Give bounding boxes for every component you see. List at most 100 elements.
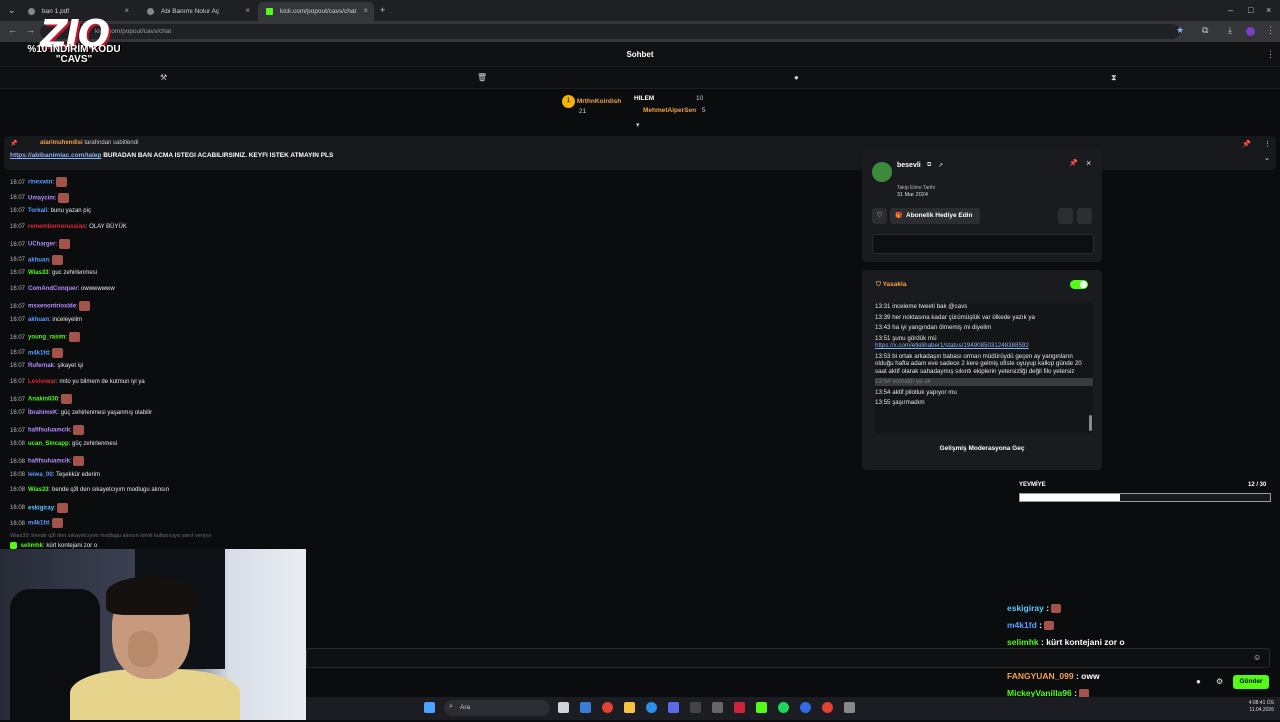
emote-icon[interactable] (79, 301, 91, 311)
chat-row[interactable]: 16:07 Torkali: bunu yazan piç (10, 208, 490, 224)
chat-username[interactable]: Wias33 (28, 487, 49, 493)
chat-row[interactable]: 16:07 msxenontrioxide: (10, 301, 490, 317)
pinned-by-user[interactable]: atarimuhendisi (40, 140, 83, 146)
file-explorer-icon[interactable] (624, 702, 635, 713)
chat-bubble-icon[interactable]: ● (794, 73, 799, 82)
advanced-mod-button[interactable]: Gelişmiş Moderasyona Geç (862, 445, 1102, 452)
app-icon[interactable] (800, 702, 811, 713)
tab-kick-chat[interactable]: kick.com/popout/cavs/chat × (258, 2, 374, 21)
unpin-icon[interactable]: 📌 (1242, 140, 1251, 148)
settings-gear-icon[interactable]: ⚙ (1216, 677, 1223, 686)
hammer-icon[interactable]: ⚒ (160, 73, 167, 82)
chat-username[interactable]: young_rasim (28, 335, 65, 341)
more-action-button[interactable] (1077, 208, 1092, 224)
emote-icon[interactable] (52, 347, 64, 358)
heart-button[interactable]: ♡ (872, 208, 887, 224)
trash-icon[interactable]: 🗑 (477, 73, 487, 82)
chat-row[interactable]: 16:08 eskigiray: (10, 502, 490, 519)
close-icon[interactable]: × (124, 6, 129, 15)
chat-row[interactable]: 16:07 m4k1fd: (10, 347, 490, 364)
card-message-input[interactable] (872, 234, 1094, 254)
chat-row[interactable]: 16:07 akhuan: inceleyelim (10, 317, 490, 333)
chat-row[interactable]: 16:07 Rufernak: şikayet işi (10, 363, 490, 379)
chat-username[interactable]: İbrahimxK (28, 410, 57, 416)
chat-row[interactable]: 16:07 Anakin030: (10, 394, 490, 410)
send-button[interactable]: Gönder (1233, 675, 1269, 689)
chat-username[interactable]: akhuan (28, 257, 49, 263)
edge-icon[interactable] (646, 702, 657, 713)
profile-avatar[interactable] (1246, 27, 1255, 36)
emote-icon[interactable] (73, 456, 85, 466)
chat-username[interactable]: Wias33 (28, 270, 49, 276)
chat-input[interactable]: ☺ (306, 648, 1270, 668)
chrome-icon[interactable] (602, 702, 613, 713)
pin-icon[interactable]: 📌 (1069, 159, 1078, 167)
ban-toggle[interactable] (1070, 280, 1088, 289)
chat-username[interactable]: hafifsuluamcik (28, 459, 70, 465)
emote-icon[interactable] (61, 394, 73, 404)
tab-abi-banimi[interactable]: Abi Banımı Nolur Aç × (139, 2, 256, 21)
menu-icon[interactable]: ⋮ (1266, 25, 1275, 36)
chat-row[interactable]: 16:07 Wias33: guc zehirlenmesi (10, 270, 490, 286)
collapse-chevron-icon[interactable]: ⌄ (1264, 154, 1270, 162)
leader-name[interactable]: MrthnKoirdish (577, 98, 621, 105)
chat-username[interactable]: UCharger (28, 242, 55, 248)
chat-row[interactable]: 16:07 rinexwin: (10, 177, 490, 193)
chat-username[interactable]: Torkali (28, 208, 47, 214)
forward-icon[interactable]: → (26, 25, 35, 35)
avatar[interactable] (872, 162, 892, 182)
chat-username[interactable]: Anakin030 (28, 397, 58, 403)
chat-row[interactable]: 16:07 ComAndConquer: owwwwwww (10, 286, 490, 302)
teams-icon[interactable] (668, 702, 679, 713)
gift-sub-button[interactable]: 🎁 Abonelik Hediye Edin (890, 208, 981, 224)
chat-row[interactable]: 16:08 Wias33: bende q3l den sıkayetcıyım … (10, 487, 490, 503)
windows-start-icon[interactable] (424, 702, 435, 713)
chat-username[interactable]: ucan_Sincapp (28, 441, 69, 447)
maximize-icon[interactable]: □ (1248, 5, 1253, 15)
task-view-icon[interactable] (558, 702, 569, 713)
chat-row[interactable]: 16:07 remembernorussian: OLAY BÜYÜK (10, 224, 490, 240)
app-icon[interactable] (822, 702, 833, 713)
emote-icon[interactable] (52, 254, 64, 265)
chat-username[interactable]: leiwa_00 (28, 472, 53, 478)
chat-row[interactable]: 16:08 ucan_Sincapp: güç zehirlenmesi (10, 441, 490, 457)
system-clock[interactable]: 4:08:41 ÖS 11.04.2026 (1238, 700, 1274, 714)
chat-username[interactable]: m4k1fd (28, 350, 49, 356)
close-icon[interactable]: × (1086, 158, 1091, 168)
spotify-icon[interactable] (778, 702, 789, 713)
card-username[interactable]: besevli (897, 162, 921, 169)
chat-row[interactable]: 16:08 m4k1fd: (10, 518, 490, 534)
app-icon[interactable] (844, 702, 855, 713)
url-input[interactable]: kick.com/popout/cavs/chat (40, 24, 1180, 39)
mod-action-button[interactable] (1058, 208, 1073, 224)
external-link-icon[interactable]: ↗ (938, 162, 943, 169)
taskbar-search[interactable]: ⌕ Ara (444, 700, 550, 716)
chat-username[interactable]: eskigiray (28, 505, 54, 511)
emote-icon[interactable] (57, 502, 69, 513)
chat-username[interactable]: msxenontrioxide (28, 304, 76, 310)
extensions-icon[interactable]: ⧉ (1202, 25, 1208, 36)
copy-icon[interactable]: ⧉ (927, 162, 931, 169)
emote-icon[interactable] (73, 425, 85, 435)
emote-icon[interactable] (58, 239, 70, 249)
close-icon[interactable]: × (245, 6, 250, 15)
copilot-icon[interactable] (580, 702, 591, 713)
chat-row[interactable]: 16:07 Leshowar: mito yu bilmem de kutmun … (10, 379, 490, 395)
chat-username[interactable]: ComAndConquer (28, 286, 78, 292)
chat-row[interactable]: 16:07 İbrahimxK: güç zehirlenmesi yaşanmı… (10, 410, 490, 426)
app-icon[interactable] (734, 702, 745, 713)
chat-row[interactable]: 16:07 young_rasim: (10, 332, 490, 348)
log-link[interactable]: https://x.com/etkilihaber1/status/194908… (875, 342, 1029, 349)
chat-icon[interactable]: ● (1196, 677, 1201, 686)
chat-row[interactable]: 16:07 UCharger: (10, 239, 490, 255)
star-icon[interactable]: ★ (1176, 25, 1184, 36)
chat-username[interactable]: rinexwin (28, 180, 52, 186)
chat-username[interactable]: remembernorussian (28, 224, 86, 230)
close-icon[interactable]: × (363, 6, 368, 15)
back-icon[interactable]: ← (8, 25, 17, 35)
chat-row[interactable]: 16:08 leiwa_00: Teşekkür ederim (10, 472, 490, 488)
app-icon[interactable] (690, 702, 701, 713)
log-scrollbar[interactable] (1089, 415, 1092, 431)
pinned-link[interactable]: https://abibanimiac.com/talep (10, 152, 101, 159)
pinned-menu-icon[interactable]: ⋮ (1264, 140, 1271, 148)
